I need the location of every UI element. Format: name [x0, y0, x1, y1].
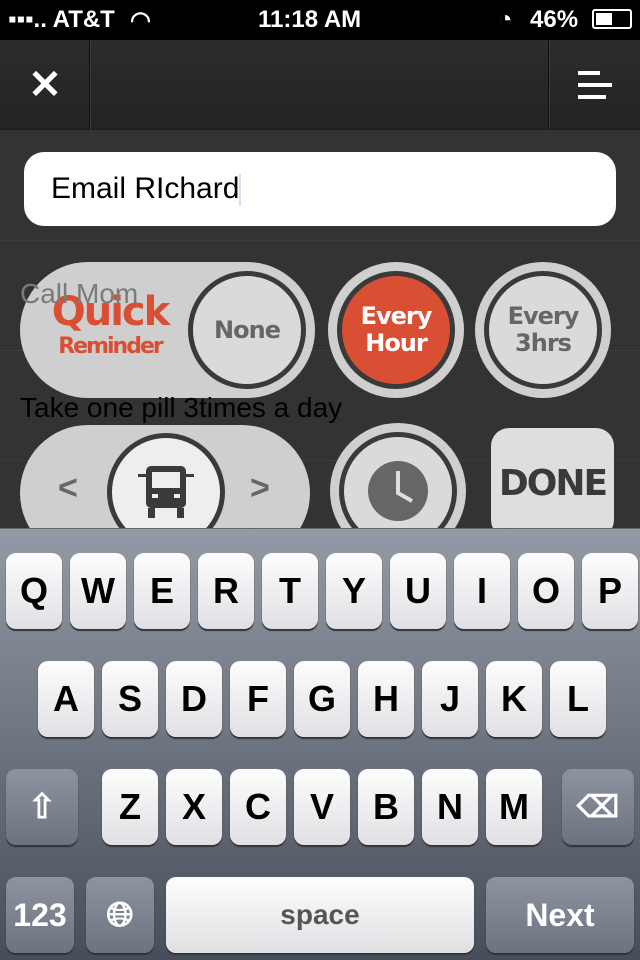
- list-item[interactable]: Call Mom: [20, 278, 138, 310]
- repeat-none-button[interactable]: None: [179, 262, 315, 398]
- clock-icon: [368, 461, 428, 521]
- key-h[interactable]: H: [358, 661, 414, 737]
- shift-icon: ⇧: [27, 788, 57, 826]
- reminder-title-input[interactable]: Email RIchard: [24, 152, 616, 226]
- key-k[interactable]: K: [486, 661, 542, 737]
- key-e[interactable]: E: [134, 553, 190, 629]
- key-w[interactable]: W: [70, 553, 126, 629]
- key-a[interactable]: A: [38, 661, 94, 737]
- key-j[interactable]: J: [422, 661, 478, 737]
- alarm-icon: ◔: [498, 6, 513, 33]
- key-r[interactable]: R: [198, 553, 254, 629]
- close-icon[interactable]: ✕: [0, 40, 90, 130]
- backspace-key[interactable]: ⌫: [562, 769, 634, 845]
- key-n[interactable]: N: [422, 769, 478, 845]
- key-o[interactable]: O: [518, 553, 574, 629]
- key-l[interactable]: L: [550, 661, 606, 737]
- nav-bar: ✕: [0, 40, 640, 130]
- globe-icon: 🌐︎: [106, 895, 134, 934]
- key-m[interactable]: M: [486, 769, 542, 845]
- key-s[interactable]: S: [102, 661, 158, 737]
- wifi-icon: ◠: [130, 7, 151, 34]
- key-g[interactable]: G: [294, 661, 350, 737]
- battery-icon: [592, 9, 632, 29]
- shift-key[interactable]: ⇧: [6, 769, 78, 845]
- menu-icon[interactable]: [550, 40, 640, 130]
- chevron-left-icon[interactable]: <: [58, 469, 78, 508]
- next-key[interactable]: Next: [486, 877, 634, 953]
- signal-carrier: ▪▪▪.. AT&T: [8, 6, 115, 33]
- clock: 11:18 AM: [258, 6, 362, 33]
- key-z[interactable]: Z: [102, 769, 158, 845]
- done-button[interactable]: DONE: [491, 428, 614, 538]
- key-y[interactable]: Y: [326, 553, 382, 629]
- numbers-key[interactable]: 123: [6, 877, 74, 953]
- key-d[interactable]: D: [166, 661, 222, 737]
- keyboard: Q W E R T Y U I O P A S D F G H J K L Z X C V B N M ⇧ ⌫ 123 🌐︎ space Ne…: [0, 528, 640, 960]
- globe-key[interactable]: 🌐︎: [86, 877, 154, 953]
- key-v[interactable]: V: [294, 769, 350, 845]
- chevron-right-icon[interactable]: >: [250, 469, 270, 508]
- repeat-every-hour-button[interactable]: Every Hour: [328, 262, 464, 398]
- key-p[interactable]: P: [582, 553, 638, 629]
- backspace-icon: ⌫: [576, 790, 620, 824]
- key-u[interactable]: U: [390, 553, 446, 629]
- status-bar: ▪▪▪.. AT&T ◠ 11:18 AM ◔ 46%: [0, 0, 640, 40]
- divider: [89, 40, 91, 130]
- repeat-every-3hrs-button[interactable]: Every 3hrs: [475, 262, 611, 398]
- key-t[interactable]: T: [262, 553, 318, 629]
- key-x[interactable]: X: [166, 769, 222, 845]
- battery-percent: 46%: [530, 6, 579, 33]
- key-b[interactable]: B: [358, 769, 414, 845]
- key-i[interactable]: I: [454, 553, 510, 629]
- space-key[interactable]: space: [166, 877, 474, 953]
- list-item[interactable]: Take one pill 3times a day: [20, 392, 342, 424]
- key-c[interactable]: C: [230, 769, 286, 845]
- key-f[interactable]: F: [230, 661, 286, 737]
- key-q[interactable]: Q: [6, 553, 62, 629]
